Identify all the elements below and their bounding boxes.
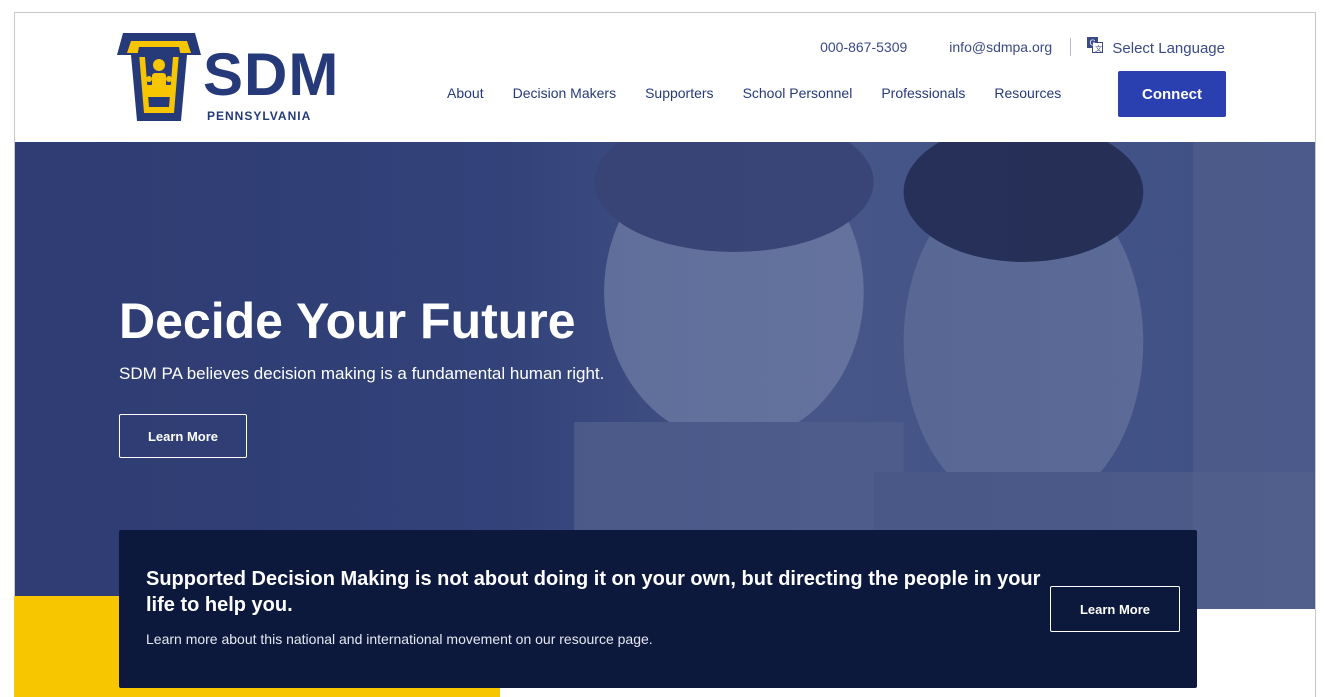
divider <box>1070 38 1072 56</box>
callout-headline: Supported Decision Making is not about d… <box>146 568 1041 616</box>
email-link[interactable]: info@sdmpa.org <box>949 39 1052 55</box>
hero-subtitle: SDM PA believes decision making is a fun… <box>119 364 605 383</box>
site-logo[interactable]: SDM PENNSYLVANIA <box>117 27 338 137</box>
logo-wordmark: SDM <box>203 41 340 108</box>
utility-bar: 000-867-5309 info@sdmpa.org G 文 Select L… <box>820 37 1225 57</box>
callout-learn-more-button[interactable]: Learn More <box>1050 586 1180 632</box>
svg-text:文: 文 <box>1095 44 1102 53</box>
nav-school-personnel[interactable]: School Personnel <box>743 85 853 101</box>
site-header: SDM PENNSYLVANIA 000-867-5309 info@sdmpa… <box>15 13 1315 141</box>
hero-learn-more-button[interactable]: Learn More <box>119 414 247 458</box>
hero-title: Decide Your Future <box>119 293 576 349</box>
nav-about[interactable]: About <box>447 85 484 101</box>
main-nav: About Decision Makers Supporters School … <box>447 85 1090 101</box>
language-selector[interactable]: G 文 Select Language <box>1087 37 1225 57</box>
nav-resources[interactable]: Resources <box>994 85 1061 101</box>
nav-supporters[interactable]: Supporters <box>645 85 713 101</box>
callout-banner: Supported Decision Making is not about d… <box>119 530 1197 688</box>
connect-button[interactable]: Connect <box>1118 71 1226 117</box>
nav-decision-makers[interactable]: Decision Makers <box>513 85 616 101</box>
callout-subtext: Learn more about this national and inter… <box>146 631 653 647</box>
logo-subtitle: PENNSYLVANIA <box>207 109 312 123</box>
nav-professionals[interactable]: Professionals <box>881 85 965 101</box>
phone-link[interactable]: 000-867-5309 <box>820 39 907 55</box>
language-label: Select Language <box>1112 40 1225 57</box>
keystone-emblem-icon <box>117 33 201 121</box>
translate-icon: G 文 <box>1087 37 1104 53</box>
